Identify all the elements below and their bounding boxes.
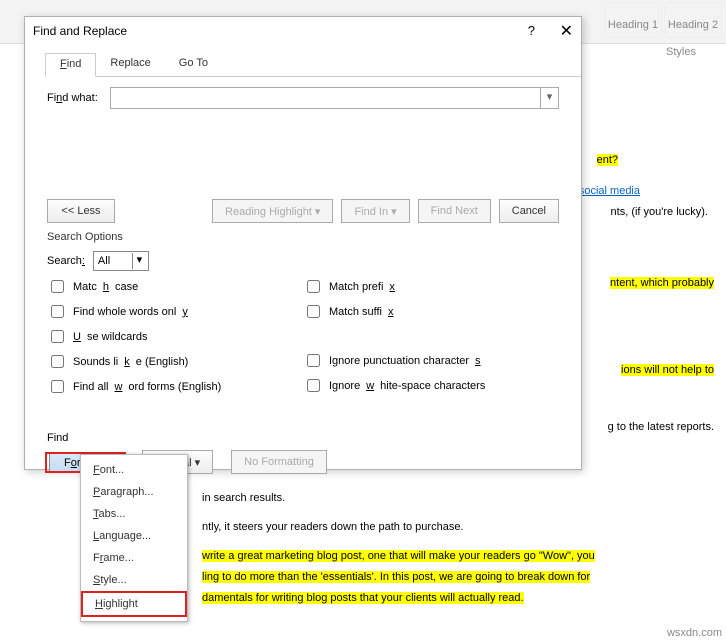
menu-font[interactable]: Font... — [81, 459, 187, 481]
cancel-button[interactable]: Cancel — [499, 199, 559, 223]
sounds-like-checkbox[interactable]: Sounds like (English) — [47, 352, 303, 371]
source-watermark: wsxdn.com — [667, 627, 722, 639]
find-what-input[interactable]: ▾ — [110, 87, 559, 109]
reading-highlight-button[interactable]: Reading Highlight ▾ — [212, 199, 333, 223]
menu-frame[interactable]: Frame... — [81, 547, 187, 569]
find-what-label: Find what: — [47, 92, 98, 104]
find-replace-dialog: Find and Replace ? ✕ Find Replace Go To … — [24, 16, 582, 470]
close-button[interactable]: ✕ — [560, 21, 573, 41]
chevron-down-icon: ▾ — [132, 253, 146, 269]
menu-tabs[interactable]: Tabs... — [81, 503, 187, 525]
less-button[interactable]: << Less — [47, 199, 115, 223]
style-heading2[interactable]: Heading 2 — [664, 2, 722, 38]
tab-strip: Find Replace Go To — [45, 45, 581, 77]
styles-group-label: Styles — [666, 46, 696, 58]
search-direction-dropdown[interactable]: All▾ — [93, 251, 149, 271]
help-button[interactable]: ? — [528, 23, 535, 38]
search-options-label: Search Options — [47, 231, 559, 243]
wildcards-checkbox[interactable]: Use wildcards — [47, 327, 303, 346]
titlebar: Find and Replace ? ✕ — [25, 17, 581, 45]
match-prefix-checkbox[interactable]: Match prefix — [303, 277, 559, 296]
tab-goto[interactable]: Go To — [165, 53, 222, 76]
find-what-dropdown[interactable]: ▾ — [540, 88, 558, 108]
dialog-title: Find and Replace — [33, 24, 127, 38]
find-next-button[interactable]: Find Next — [418, 199, 491, 223]
style-heading1[interactable]: Heading 1 — [604, 2, 662, 38]
tab-find[interactable]: Find — [45, 53, 96, 77]
find-in-button[interactable]: Find In ▾ — [341, 199, 409, 223]
ignore-whitespace-checkbox[interactable]: Ignore white-space characters — [303, 376, 559, 395]
menu-highlight[interactable]: Highlight — [83, 593, 185, 615]
format-dropdown-menu: Font... Paragraph... Tabs... Language...… — [80, 454, 188, 622]
match-suffix-checkbox[interactable]: Match suffix — [303, 302, 559, 321]
find-section-label: Find — [47, 432, 559, 444]
no-formatting-button[interactable]: No Formatting — [231, 450, 327, 474]
menu-language[interactable]: Language... — [81, 525, 187, 547]
menu-style[interactable]: Style... — [81, 569, 187, 591]
menu-paragraph[interactable]: Paragraph... — [81, 481, 187, 503]
ignore-punct-checkbox[interactable]: Ignore punctuation characters — [303, 351, 559, 370]
match-case-checkbox[interactable]: Match case — [47, 277, 303, 296]
all-word-forms-checkbox[interactable]: Find all word forms (English) — [47, 377, 303, 396]
tab-replace[interactable]: Replace — [96, 53, 164, 76]
search-direction-label: Search: — [47, 255, 85, 267]
whole-words-checkbox[interactable]: Find whole words only — [47, 302, 303, 321]
